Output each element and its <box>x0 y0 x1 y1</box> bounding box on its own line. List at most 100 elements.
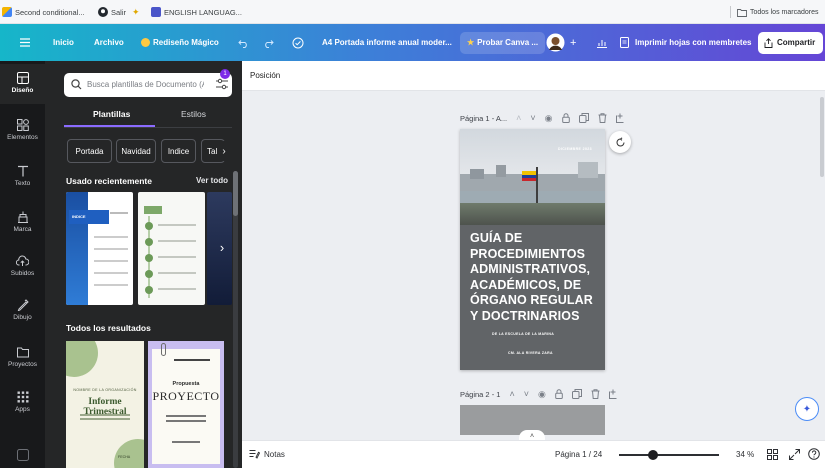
rail-item-dibujo[interactable]: Dibujo <box>0 299 45 321</box>
probar-canva-button[interactable]: ★ Probar Canva ... <box>460 31 546 54</box>
bookmark-second-conditional[interactable]: Second conditional... <box>2 5 85 19</box>
refresh-button[interactable] <box>609 131 631 153</box>
tab-divider <box>64 127 232 128</box>
menu-icon[interactable] <box>20 24 30 61</box>
page-1-canvas[interactable]: DICIEMBRE 2023 GUÍA DE PROCEDIMIENTOS AD… <box>460 129 605 370</box>
magic-assistant-button[interactable]: ✦ <box>795 397 819 421</box>
rail-item-proyectos[interactable]: Proyectos <box>0 347 45 368</box>
doc-subtitle[interactable]: DE LA ESCUELA DE LA MARINA <box>492 332 554 336</box>
avatar[interactable] <box>546 24 565 61</box>
doc-title-line: ADMINISTRATIVOS, <box>470 262 591 276</box>
see-all-link[interactable]: Ver todo <box>196 176 228 185</box>
rail-item-diseno[interactable]: Diseño <box>0 72 45 94</box>
trash-icon[interactable] <box>591 389 600 399</box>
editor-context-bar: Posición <box>242 61 825 91</box>
undo-icon[interactable] <box>238 24 249 61</box>
rail-item-subidos[interactable]: Subidos <box>0 255 45 277</box>
thumb-line <box>80 418 130 420</box>
bookmark-english-language[interactable]: ENGLISH LANGUAG... <box>151 5 242 19</box>
tab-plantillas[interactable]: Plantillas <box>93 109 130 119</box>
posicion-button[interactable]: Posición <box>250 71 280 80</box>
rail-item-apps[interactable]: Apps <box>0 391 45 413</box>
thumb-line <box>110 212 128 214</box>
thumb-line <box>158 256 196 258</box>
star-icon: ★ <box>467 38 475 47</box>
chip-navidad[interactable]: Navidad <box>116 139 156 163</box>
inicio-button[interactable]: Inicio <box>53 24 74 61</box>
trash-icon[interactable] <box>598 113 607 123</box>
rail-label: Subidos <box>10 270 35 277</box>
zoom-value[interactable]: 34 % <box>736 450 754 459</box>
page1-label[interactable]: Página 1 - A... <box>460 114 507 123</box>
cloud-saved-icon[interactable] <box>292 24 304 61</box>
layout-icon <box>16 72 29 84</box>
doc-author[interactable]: CM. ALA RIVERA ZARA <box>508 351 553 355</box>
pen-icon <box>17 299 29 311</box>
eye-icon[interactable]: ◉ <box>545 113 553 124</box>
zoom-slider-track[interactable] <box>619 454 719 456</box>
chevron-up-icon[interactable]: ˄ <box>509 389 514 399</box>
doc-title[interactable]: GUÍA DE PROCEDIMIENTOS ADMINISTRATIVOS, … <box>470 231 605 324</box>
lock-icon[interactable] <box>561 113 570 123</box>
add-page-icon[interactable] <box>615 113 626 123</box>
search-input[interactable]: Busca plantillas de Documento (A4) 1 <box>64 69 232 97</box>
recent-template-thumbnail[interactable]: INDICE <box>66 192 133 305</box>
editor-scrollbar[interactable] <box>820 97 824 177</box>
doc-title-line: ACADÉMICOS, DE <box>470 277 582 292</box>
chevron-down-icon[interactable]: ˅ <box>524 389 529 399</box>
insights-icon[interactable] <box>596 24 608 61</box>
document-title[interactable]: A4 Portada informe anual moder... <box>322 24 452 61</box>
recent-template-thumbnail[interactable] <box>138 192 205 305</box>
bookmark-salir[interactable]: Salir <box>98 5 126 19</box>
lock-icon[interactable] <box>555 389 563 399</box>
result-template-thumbnail[interactable]: NOMBRE DE LA ORGANIZACIÓN Informe Trimes… <box>66 341 144 468</box>
chevron-up-icon[interactable]: ˄ <box>516 113 521 123</box>
thumb-dot <box>145 222 153 230</box>
share-icon <box>764 37 773 48</box>
bookmark-extension-icon[interactable]: ✦ <box>132 5 140 19</box>
rail-item-marca[interactable]: Marca <box>0 211 45 233</box>
add-page-icon[interactable] <box>608 389 619 399</box>
fullscreen-icon[interactable] <box>789 449 800 460</box>
eye-icon[interactable]: ◉ <box>538 389 546 400</box>
rail-item-texto[interactable]: Texto <box>0 165 45 187</box>
grid-view-icon[interactable] <box>767 449 778 460</box>
chevron-right-icon[interactable]: › <box>217 141 231 161</box>
show-pages-chevron[interactable]: ˄ <box>519 430 545 440</box>
chevron-right-icon[interactable]: › <box>215 236 229 258</box>
redisenio-magico-button[interactable]: Rediseño Mágico <box>141 24 219 61</box>
chip-portada[interactable]: Portada <box>67 139 112 163</box>
result-template-thumbnail[interactable]: Propuesta PROYECTO <box>148 341 224 468</box>
imprimir-button[interactable]: Imprimir hojas con membretes <box>620 24 751 61</box>
doc-date[interactable]: DICIEMBRE 2023 <box>558 147 592 151</box>
panel-scrollbar-thumb[interactable] <box>233 171 238 216</box>
chevron-down-icon[interactable]: ˅ <box>530 113 535 123</box>
thumb-dot <box>145 286 153 294</box>
probar-label: Probar Canva ... <box>477 38 539 47</box>
chip-indice[interactable]: Indice <box>161 139 196 163</box>
notas-button[interactable]: Notas <box>249 449 285 459</box>
thumb-line <box>158 272 196 274</box>
filter-icon[interactable] <box>215 77 229 91</box>
add-collaborator-icon[interactable]: + <box>570 24 576 61</box>
doc-title-line: PROCEDIMIENTOS <box>470 246 586 261</box>
thumb-line <box>80 414 130 416</box>
duplicate-icon[interactable] <box>571 389 582 399</box>
compartir-button[interactable]: Compartir <box>758 31 823 54</box>
archivo-button[interactable]: Archivo <box>94 24 124 61</box>
photo-building <box>578 162 598 178</box>
editor-area: Posición Página 1 - A... ˄ ˅ ◉ DICIEMBRE… <box>242 61 825 468</box>
redo-icon[interactable] <box>263 24 274 61</box>
bookmarks-all-folder[interactable]: Todos los marcadores <box>737 5 818 19</box>
rail-label: Dibujo <box>13 314 32 321</box>
brand-icon <box>17 211 29 223</box>
search-placeholder: Busca plantillas de Documento (A4) <box>87 80 204 89</box>
help-icon[interactable] <box>808 448 820 460</box>
tab-estilos[interactable]: Estilos <box>181 109 206 119</box>
zoom-slider-thumb[interactable] <box>648 450 658 460</box>
page2-label[interactable]: Página 2 - 1 <box>460 390 500 399</box>
duplicate-icon[interactable] <box>578 113 589 123</box>
page-indicator[interactable]: Página 1 / 24 <box>555 450 602 459</box>
rail-item-more[interactable] <box>0 449 45 461</box>
rail-item-elementos[interactable]: Elementos <box>0 119 45 141</box>
